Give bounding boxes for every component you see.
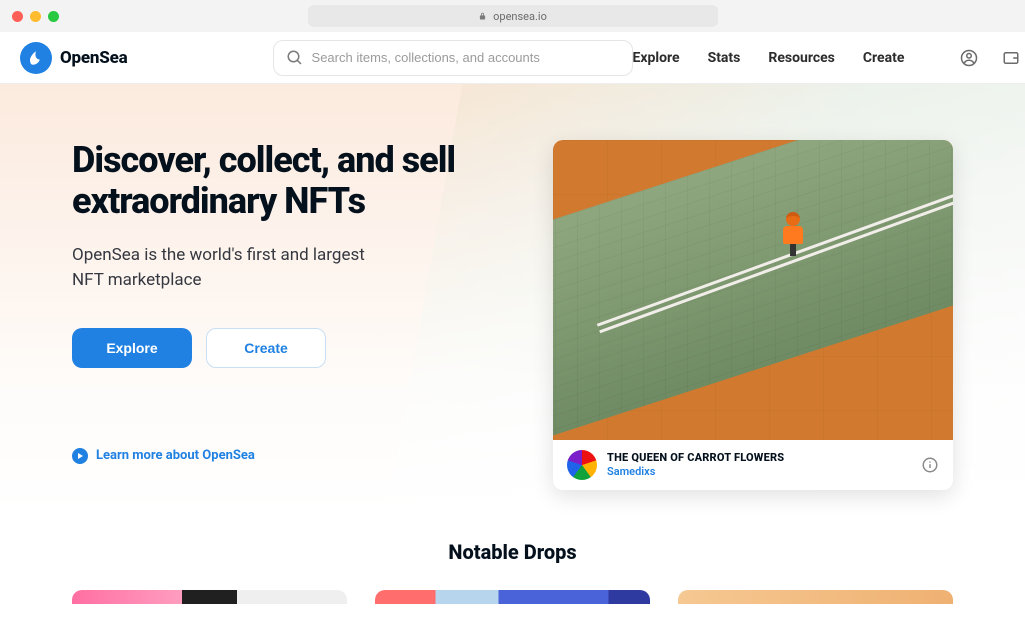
featured-footer: THE QUEEN OF CARROT FLOWERS Samedixs	[553, 440, 953, 490]
nav-icons	[960, 49, 1020, 67]
minimize-window-icon[interactable]	[30, 11, 41, 22]
hero-title: Discover, collect, and sell extraordinar…	[72, 140, 492, 223]
notable-drops-row	[0, 564, 1025, 604]
hero-subtitle: OpenSea is the world's first and largest…	[72, 243, 392, 294]
search-box[interactable]	[273, 40, 633, 76]
hero-copy: Discover, collect, and sell extraordinar…	[72, 140, 492, 490]
create-button[interactable]: Create	[206, 328, 326, 368]
nav-stats[interactable]: Stats	[708, 50, 741, 66]
nav-resources[interactable]: Resources	[768, 50, 835, 66]
browser-chrome: opensea.io	[0, 0, 1025, 32]
search-icon	[286, 49, 304, 67]
notable-drops-title: Notable Drops	[0, 540, 1025, 564]
featured-author[interactable]: Samedixs	[607, 465, 784, 479]
brand-logo-icon	[20, 42, 52, 74]
search-input[interactable]	[312, 50, 620, 65]
drop-card-3[interactable]	[678, 590, 953, 604]
nav-create[interactable]: Create	[863, 50, 905, 66]
address-bar[interactable]: opensea.io	[308, 5, 718, 27]
address-bar-url: opensea.io	[493, 10, 547, 23]
learn-more-label: Learn more about OpenSea	[96, 448, 255, 463]
hero-cta-row: Explore Create	[72, 328, 492, 368]
play-icon	[72, 448, 88, 464]
drop-card-1[interactable]	[72, 590, 347, 604]
nav-links: Explore Stats Resources Create	[633, 49, 1021, 67]
brand-name: OpenSea	[60, 48, 128, 68]
hero-section: Discover, collect, and sell extraordinar…	[0, 84, 1025, 514]
wallet-icon[interactable]	[1002, 49, 1020, 67]
profile-icon[interactable]	[960, 49, 978, 67]
explore-button[interactable]: Explore	[72, 328, 192, 368]
window-controls	[12, 11, 59, 22]
author-avatar[interactable]	[567, 450, 597, 480]
lock-icon	[478, 12, 487, 21]
featured-image	[553, 140, 953, 440]
maximize-window-icon[interactable]	[48, 11, 59, 22]
drop-card-2[interactable]	[375, 590, 650, 604]
featured-card[interactable]: THE QUEEN OF CARROT FLOWERS Samedixs	[553, 140, 953, 490]
close-window-icon[interactable]	[12, 11, 23, 22]
learn-more-link[interactable]: Learn more about OpenSea	[72, 448, 492, 464]
nav-explore[interactable]: Explore	[633, 50, 680, 66]
featured-title: THE QUEEN OF CARROT FLOWERS	[607, 451, 784, 465]
top-nav: OpenSea Explore Stats Resources Create	[0, 32, 1025, 84]
info-icon[interactable]	[921, 456, 939, 474]
brand[interactable]: OpenSea	[20, 42, 128, 74]
